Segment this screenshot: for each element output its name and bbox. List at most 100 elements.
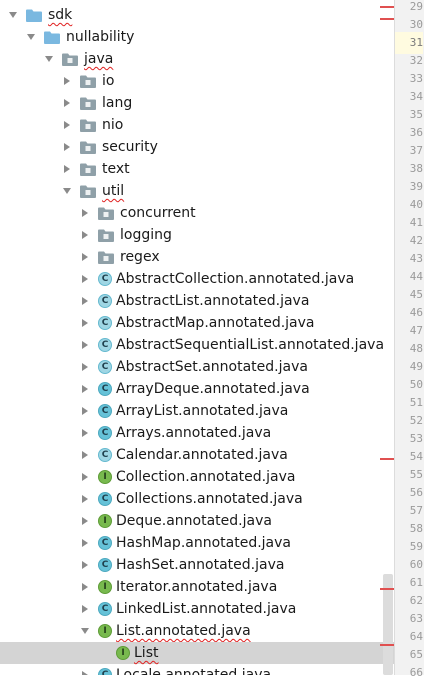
folder-icon [26, 8, 42, 22]
expand-arrow-right-icon[interactable] [80, 670, 90, 675]
tree-row[interactable]: C LinkedList.annotated.java [0, 598, 394, 620]
package-icon [98, 228, 114, 242]
tree-item-label: java [84, 51, 114, 67]
expand-arrow-right-icon[interactable] [80, 318, 90, 328]
expand-arrow-right-icon[interactable] [80, 582, 90, 592]
tree-item-label: Deque.annotated.java [116, 513, 272, 529]
tree-row[interactable]: util [0, 180, 394, 202]
error-stripe-mark[interactable] [380, 6, 394, 8]
tree-item-label: HashMap.annotated.java [116, 535, 291, 551]
class-icon: C [98, 404, 112, 418]
expand-arrow-down-icon[interactable] [26, 32, 36, 42]
tree-row[interactable]: I Collection.annotated.java [0, 466, 394, 488]
project-tree: sdk nullability java io lang nio security text u… [0, 0, 394, 675]
tree-row[interactable]: C HashSet.annotated.java [0, 554, 394, 576]
expand-arrow-right-icon[interactable] [62, 164, 72, 174]
tree-row[interactable]: C Collections.annotated.java [0, 488, 394, 510]
tree-item-label: Calendar.annotated.java [116, 447, 288, 463]
tree-item-label: concurrent [120, 205, 196, 221]
expand-arrow-right-icon[interactable] [80, 208, 90, 218]
expand-arrow-down-icon[interactable] [80, 626, 90, 636]
interface-icon: I [98, 580, 112, 594]
tree-row[interactable]: concurrent [0, 202, 394, 224]
error-stripe-mark[interactable] [380, 588, 394, 590]
error-stripe-mark[interactable] [380, 18, 394, 20]
expand-arrow-right-icon[interactable] [80, 516, 90, 526]
class-icon: C [98, 382, 112, 396]
tree-row[interactable]: nullability [0, 26, 394, 48]
tree-item-label: List.annotated.java [116, 623, 251, 639]
tree-row[interactable]: C AbstractSequentialList.annotated.java [0, 334, 394, 356]
tree-item-label: LinkedList.annotated.java [116, 601, 297, 617]
tree-item-label: security [102, 139, 158, 155]
tree-row[interactable]: io [0, 70, 394, 92]
expand-arrow-down-icon[interactable] [44, 54, 54, 64]
expand-arrow-right-icon[interactable] [80, 362, 90, 372]
interface-icon: I [98, 624, 112, 638]
expand-arrow-down-icon[interactable] [8, 10, 18, 20]
tree-item-label: ArrayList.annotated.java [116, 403, 289, 419]
expand-arrow-right-icon[interactable] [62, 142, 72, 152]
tree-row[interactable]: I List [0, 642, 394, 664]
line-number: 66 [409, 666, 423, 679]
tree-item-label: sdk [48, 7, 73, 23]
tree-item-label: AbstractSet.annotated.java [116, 359, 308, 375]
tree-row[interactable]: security [0, 136, 394, 158]
package-icon [62, 52, 78, 66]
expand-arrow-down-icon[interactable] [62, 186, 72, 196]
expand-arrow-right-icon[interactable] [80, 472, 90, 482]
tree-row[interactable]: I Iterator.annotated.java [0, 576, 394, 598]
expand-arrow-right-icon[interactable] [62, 76, 72, 86]
tree-item-label: nio [102, 117, 124, 133]
tree-row[interactable]: sdk [0, 4, 394, 26]
tree-row[interactable]: logging [0, 224, 394, 246]
tree-row[interactable]: C ArrayDeque.annotated.java [0, 378, 394, 400]
expand-arrow-right-icon[interactable] [80, 340, 90, 350]
error-stripe-mark[interactable] [380, 458, 394, 460]
expand-arrow-right-icon[interactable] [80, 230, 90, 240]
expand-arrow-right-icon[interactable] [80, 604, 90, 614]
tree-row[interactable]: nio [0, 114, 394, 136]
tree-row[interactable]: regex [0, 246, 394, 268]
tree-item-label: regex [120, 249, 160, 265]
expand-arrow-right-icon[interactable] [80, 494, 90, 504]
tree-item-label: Collections.annotated.java [116, 491, 303, 507]
error-stripe-mark[interactable] [380, 644, 394, 646]
expand-arrow-right-icon[interactable] [80, 560, 90, 570]
tree-item-label: ArrayDeque.annotated.java [116, 381, 310, 397]
expand-arrow-right-icon[interactable] [80, 406, 90, 416]
tree-row[interactable]: C AbstractCollection.annotated.java [0, 268, 394, 290]
tree-row[interactable]: C Locale.annotated.java [0, 664, 394, 675]
tree-item-label: HashSet.annotated.java [116, 557, 285, 573]
tree-row[interactable]: text [0, 158, 394, 180]
package-icon [80, 162, 96, 176]
tree-row[interactable]: I List.annotated.java [0, 620, 394, 642]
abstract-class-icon: C [98, 338, 112, 352]
tree-row[interactable]: C ArrayList.annotated.java [0, 400, 394, 422]
tree-item-label: List [134, 645, 159, 661]
package-icon [80, 74, 96, 88]
tree-item-label: lang [102, 95, 133, 111]
tree-row[interactable]: C Calendar.annotated.java [0, 444, 394, 466]
tree-row[interactable]: C AbstractSet.annotated.java [0, 356, 394, 378]
expand-arrow-right-icon[interactable] [80, 384, 90, 394]
expand-arrow-right-icon[interactable] [80, 296, 90, 306]
expand-arrow-right-icon[interactable] [80, 538, 90, 548]
tree-row[interactable]: C HashMap.annotated.java [0, 532, 394, 554]
expand-arrow-right-icon[interactable] [62, 120, 72, 130]
expand-arrow-right-icon[interactable] [62, 98, 72, 108]
abstract-class-icon: C [98, 360, 112, 374]
tree-row[interactable]: I Deque.annotated.java [0, 510, 394, 532]
tree-row[interactable]: C AbstractMap.annotated.java [0, 312, 394, 334]
interface-icon: I [98, 470, 112, 484]
tree-row[interactable]: C AbstractList.annotated.java [0, 290, 394, 312]
expand-arrow-right-icon[interactable] [80, 450, 90, 460]
tree-row[interactable]: lang [0, 92, 394, 114]
expand-arrow-right-icon[interactable] [80, 252, 90, 262]
expand-arrow-right-icon[interactable] [80, 274, 90, 284]
tree-row[interactable]: java [0, 48, 394, 70]
tree-row[interactable]: C Arrays.annotated.java [0, 422, 394, 444]
class-icon: C [98, 602, 112, 616]
expand-arrow-right-icon[interactable] [80, 428, 90, 438]
tree-item-label: AbstractList.annotated.java [116, 293, 310, 309]
